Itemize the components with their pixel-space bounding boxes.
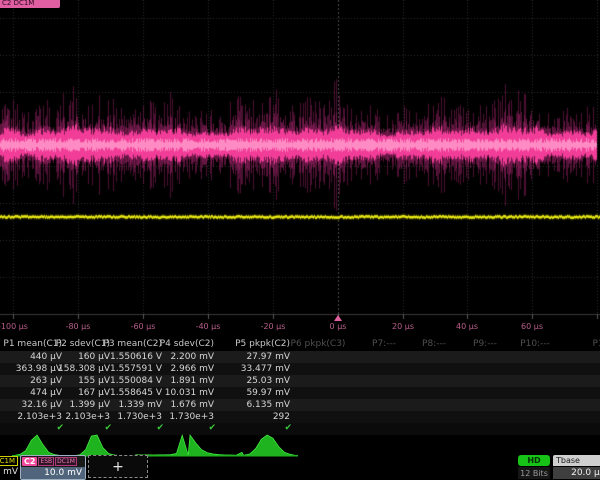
measurement-header[interactable]: P3 mean(C2)	[103, 339, 162, 349]
timebase-label: -80 µs	[66, 322, 91, 331]
channel-descriptor-c2[interactable]: C2 ESB DC1M 10.0 mV	[20, 455, 86, 480]
table-row: 2.103e+32.103e+3 1.730e+3 1.730e+3 292	[0, 411, 600, 423]
c2-coupling-badge: DC1M	[55, 457, 77, 466]
measurement-value: 440 µV	[30, 352, 62, 362]
measurement-value: 2.966 mV	[170, 364, 214, 374]
oscilloscope-screen: C2 DC1M -100 µs -80 µs -60 µs -40 µs -20 µs 0…	[0, 0, 600, 480]
c2-volts-per-div: 10.0 mV	[21, 467, 85, 479]
measurement-header[interactable]: P5 pkpk(C2)	[235, 339, 290, 349]
measurement-value: 1.730e+3	[169, 412, 214, 422]
measurement-value: 1.676 mV	[170, 400, 214, 410]
measurement-value: 1.399 µV	[69, 400, 110, 410]
hd-bits-label: 12 Bits	[518, 467, 550, 479]
measurement-value: 25.03 mV	[246, 376, 290, 386]
measurement-value: 1.557591 V	[110, 364, 162, 374]
measurement-value: 2.200 mV	[170, 352, 214, 362]
measurement-value: 59.97 mV	[246, 388, 290, 398]
measurement-value: 2.103e+3	[17, 412, 62, 422]
timebase-axis-labels: -100 µs -80 µs -60 µs -40 µs -20 µs 0 µs 20 µs…	[0, 322, 600, 334]
measurement-value: 292	[273, 412, 290, 422]
histicon[interactable]	[242, 433, 298, 457]
measurement-header[interactable]: P2 sdev(C1)	[56, 339, 110, 349]
measurement-value: 1.730e+3	[117, 412, 162, 422]
measurement-value: 1.558645 V	[110, 388, 162, 398]
hd-badge: HD	[518, 455, 550, 466]
measurement-value: 474 µV	[30, 388, 62, 398]
measurement-header[interactable]: P1 mean(C1)	[3, 339, 62, 349]
trigger-time-marker-icon[interactable]	[334, 315, 342, 321]
measurement-value: 167 µV	[78, 388, 110, 398]
measurement-value: 155 µV	[78, 376, 110, 386]
measurement-value: 6.135 mV	[246, 400, 290, 410]
measurement-value: 2.103e+3	[65, 412, 110, 422]
c1-coupling-badge: DC1M	[0, 456, 18, 466]
measurement-header-inactive[interactable]: P11	[593, 339, 600, 349]
hd-mode-indicator[interactable]: HD 12 Bits	[518, 455, 550, 479]
histicon[interactable]	[188, 433, 244, 457]
timebase-label: -20 µs	[261, 322, 286, 331]
measurement-table: P1 mean(C1)P2 sdev(C1)P3 mean(C2)P4 sdev…	[0, 338, 600, 435]
trace-label-badge[interactable]: C2 DC1M	[0, 0, 60, 8]
measurement-header-inactive[interactable]: P9:---	[473, 339, 497, 349]
measurement-value: 263 µV	[30, 376, 62, 386]
timebase-label: -100 µs	[0, 322, 28, 331]
add-trace-button[interactable]: +	[88, 455, 148, 478]
measurement-header-inactive[interactable]: P10:---	[520, 339, 550, 349]
plus-icon: +	[112, 459, 124, 475]
timebase-title: Tbase	[553, 455, 600, 466]
timebase-value: 20.0 µs/div	[553, 467, 600, 479]
histicon[interactable]	[72, 433, 128, 457]
measurement-value: 33.477 mV	[241, 364, 290, 374]
histicon[interactable]	[134, 433, 190, 457]
histicon[interactable]	[12, 433, 68, 457]
table-row: 474 µV 167 µV1.558645 V10.031 mV 59.97 mV	[0, 387, 600, 399]
timebase-label: 40 µs	[456, 322, 478, 331]
timebase-label: -40 µs	[196, 322, 221, 331]
measurement-value: 32.16 µV	[21, 400, 62, 410]
channel-descriptor-c1[interactable]: DC1M 50.0 mV	[0, 455, 18, 478]
measurement-header-inactive[interactable]: P8:---	[422, 339, 446, 349]
timebase-label: 20 µs	[392, 322, 414, 331]
measurement-value: 27.97 mV	[246, 352, 290, 362]
measurement-value: 1.550084 V	[110, 376, 162, 386]
timebase-descriptor[interactable]: Tbase 20.0 µs/div	[553, 455, 600, 479]
measurement-value: 1.339 mV	[118, 400, 162, 410]
measurement-value: 160 µV	[78, 352, 110, 362]
c1-volts-per-div: 50.0 mV	[0, 466, 18, 478]
measurement-histicons	[0, 432, 600, 457]
measurement-header[interactable]: P4 sdev(C2)	[160, 339, 214, 349]
descriptor-bar: DC1M 50.0 mV C2 ESB DC1M 10.0 mV + HD 12…	[0, 455, 600, 480]
table-row: 363.98 µV158.308 µV1.557591 V 2.966 mV 33.…	[0, 363, 600, 375]
measurement-value: 10.031 mV	[165, 388, 214, 398]
timebase-label: 60 µs	[521, 322, 543, 331]
table-row: 263 µV 155 µV1.550084 V 1.891 mV 25.03 mV	[0, 375, 600, 387]
table-row: 32.16 µV 1.399 µV 1.339 mV 1.676 mV 6.135 mV	[0, 399, 600, 411]
measurement-value: 1.891 mV	[170, 376, 214, 386]
table-header-row: P1 mean(C1)P2 sdev(C1)P3 mean(C2)P4 sdev…	[0, 338, 600, 351]
measurement-value: 158.308 µV	[58, 364, 110, 374]
measurement-header-inactive[interactable]: P7:---	[372, 339, 396, 349]
table-row: 440 µV 160 µV1.550616 V 2.200 mV 27.97 mV	[0, 351, 600, 363]
timebase-label: -60 µs	[131, 322, 156, 331]
measurement-value: 1.550616 V	[110, 352, 162, 362]
c2-channel-badge: C2	[22, 457, 37, 466]
waveform-grid-display[interactable]	[0, 0, 600, 320]
c2-esb-badge: ESB	[38, 457, 54, 466]
measurement-value: 363.98 µV	[16, 364, 62, 374]
measurement-header-inactive[interactable]: P6 pkpk(C3)	[291, 339, 346, 349]
timebase-label: 0 µs	[330, 322, 347, 331]
